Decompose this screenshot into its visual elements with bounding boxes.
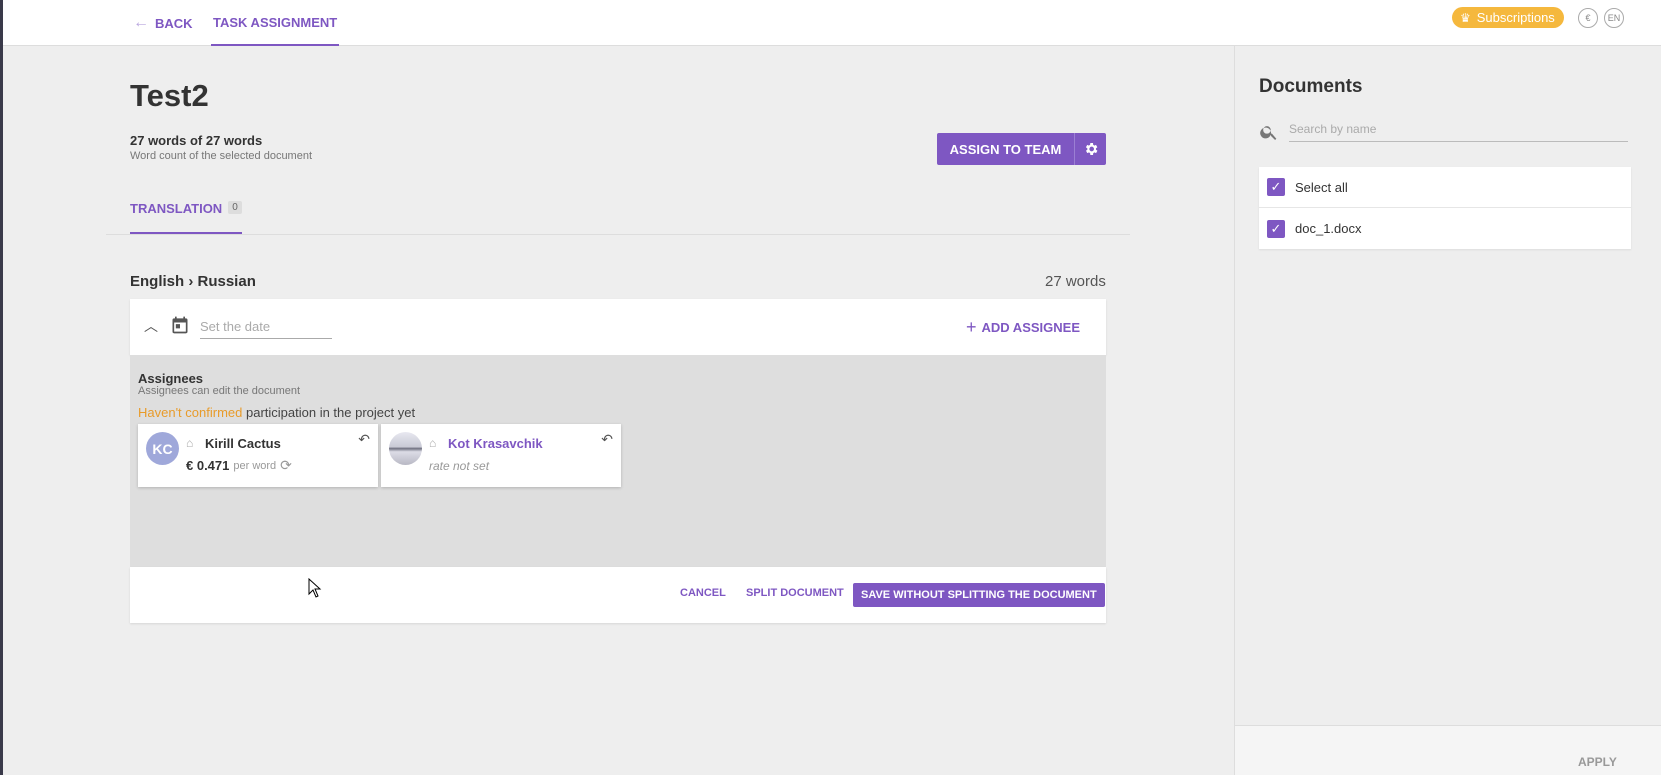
assignee-card[interactable]: ⌂ Kot Krasavchik rate not set ↶ <box>381 424 621 487</box>
stage-word-count: 27 words <box>1045 273 1106 290</box>
subscriptions-button[interactable]: ♛ Subscriptions <box>1452 7 1564 28</box>
confirmation-warning: Haven't confirmed <box>138 405 243 420</box>
cancel-button[interactable]: CANCEL <box>680 587 726 599</box>
home-icon: ⌂ <box>186 436 194 450</box>
document-search-input[interactable] <box>1289 120 1628 142</box>
undo-icon[interactable]: ↶ <box>601 431 613 448</box>
confirmation-rest: participation in the project yet <box>242 405 416 420</box>
checkbox-checked-icon[interactable]: ✓ <box>1267 178 1285 196</box>
plus-icon: + <box>966 317 977 337</box>
word-count: 27 words of 27 words <box>130 133 263 148</box>
currency-button[interactable]: € <box>1578 8 1598 28</box>
save-without-splitting-button[interactable]: SAVE WITHOUT SPLITTING THE DOCUMENT <box>853 583 1105 607</box>
language-pair: English › Russian <box>130 273 256 290</box>
select-all-label: Select all <box>1295 179 1348 195</box>
subscriptions-label: Subscriptions <box>1476 10 1555 25</box>
tabs-divider <box>106 234 1130 235</box>
apply-bar: APPLY <box>1235 725 1661 775</box>
arrow-left-icon: ← <box>133 14 149 31</box>
assignees-area: Assignees Assignees can edit the documen… <box>130 355 1106 567</box>
documents-panel: Documents ✓ Select all ✓ doc_1.docx APPL… <box>1234 46 1661 775</box>
document-list: ✓ Select all ✓ doc_1.docx <box>1259 167 1631 249</box>
calendar-icon[interactable] <box>170 315 190 335</box>
mouse-cursor-icon <box>308 578 322 598</box>
confirmation-note: Haven't confirmed participation in the p… <box>138 405 415 420</box>
document-name: doc_1.docx <box>1295 221 1362 236</box>
assignee-card[interactable]: KC ⌂ Kirill Cactus € 0.471 per word ⟳ ↶ <box>138 424 378 487</box>
apply-button[interactable]: APPLY <box>1578 755 1617 769</box>
checkbox-checked-icon[interactable]: ✓ <box>1267 219 1285 238</box>
add-assignee-label: ADD ASSIGNEE <box>981 320 1080 335</box>
assign-to-team-button[interactable]: ASSIGN TO TEAM <box>937 133 1074 165</box>
back-label: BACK <box>155 15 193 31</box>
add-assignee-button[interactable]: + ADD ASSIGNEE <box>966 317 1080 338</box>
rate-value: € 0.471 <box>186 458 230 473</box>
tab-translation-count: 0 <box>228 201 242 214</box>
top-bar: ← BACK TASK ASSIGNMENT ♛ Subscriptions €… <box>3 0 1661 46</box>
assignee-rate: € 0.471 per word ⟳ <box>186 457 292 474</box>
back-button[interactable]: ← BACK <box>133 0 193 46</box>
search-icon <box>1260 126 1277 140</box>
tab-translation-label: TRANSLATION <box>130 201 223 216</box>
assign-to-team-label: ASSIGN TO TEAM <box>949 141 1062 157</box>
word-count-caption: Word count of the selected document <box>130 150 313 162</box>
home-icon: ⌂ <box>429 436 437 450</box>
chevron-up-icon[interactable]: ︿ <box>144 316 158 336</box>
avatar <box>389 432 422 465</box>
tab-task-assignment[interactable]: TASK ASSIGNMENT <box>211 0 340 46</box>
select-all-row[interactable]: ✓ Select all <box>1259 167 1631 208</box>
tab-translation[interactable]: TRANSLATION 0 <box>130 192 242 234</box>
crown-icon: ♛ <box>1460 10 1471 25</box>
gear-icon <box>1085 143 1097 155</box>
stage-header: ︿ + ADD ASSIGNEE <box>130 299 1106 355</box>
assignee-rate-note: rate not set <box>429 459 490 473</box>
stage-actions: CANCEL SPLIT DOCUMENT SAVE WITHOUT SPLIT… <box>130 567 1106 623</box>
assign-settings-button[interactable] <box>1074 133 1106 165</box>
currency-swap-icon[interactable]: ⟳ <box>280 457 292 474</box>
assignees-title: Assignees <box>138 371 204 386</box>
assignee-name: Kirill Cactus <box>205 436 281 451</box>
documents-title: Documents <box>1259 76 1363 97</box>
date-input[interactable] <box>200 317 332 339</box>
assignees-subtitle: Assignees can edit the document <box>138 385 301 397</box>
window-edge <box>0 0 3 775</box>
avatar: KC <box>146 432 179 465</box>
assignee-name[interactable]: Kot Krasavchik <box>448 436 543 451</box>
project-title: Test2 <box>130 78 209 113</box>
list-item[interactable]: ✓ doc_1.docx <box>1259 208 1631 249</box>
split-document-button[interactable]: SPLIT DOCUMENT <box>746 587 844 599</box>
language-button[interactable]: EN <box>1604 8 1624 28</box>
rate-unit: per word <box>233 459 277 472</box>
undo-icon[interactable]: ↶ <box>358 431 370 448</box>
